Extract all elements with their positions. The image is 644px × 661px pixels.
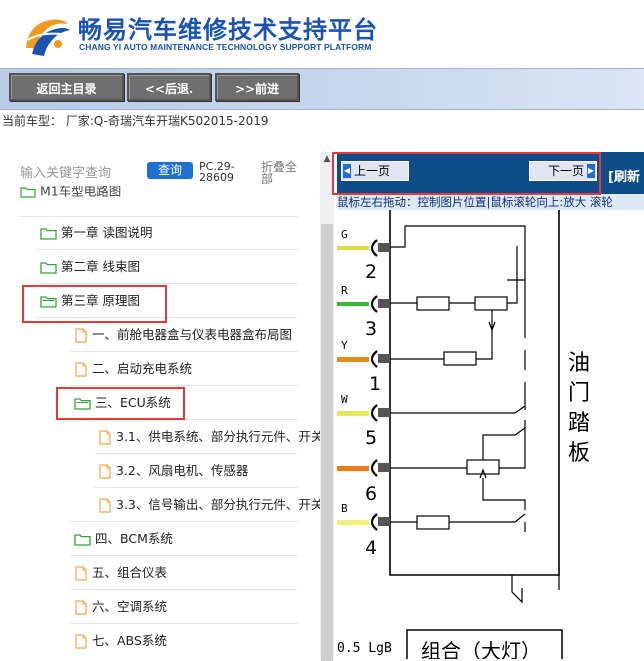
tree-item-label: 四、BCM系统 bbox=[95, 531, 173, 546]
tree-item-label: 3.1、供电系统、部分执行元件、开关 bbox=[116, 429, 324, 444]
divider bbox=[70, 589, 298, 590]
tree-item-abs[interactable]: 七、ABS系统 bbox=[74, 627, 167, 655]
divider bbox=[94, 453, 298, 454]
tree-chapter-1[interactable]: 第一章 读图说明 bbox=[40, 219, 152, 247]
divider bbox=[70, 555, 298, 556]
tree-chapter-1-label: 第一章 读图说明 bbox=[61, 225, 153, 240]
folder-icon bbox=[40, 262, 57, 274]
tree-root-label: M1车型电路图 bbox=[40, 186, 122, 199]
divider bbox=[20, 216, 298, 217]
pin-number: 6 bbox=[365, 483, 377, 505]
divider bbox=[36, 283, 298, 284]
forward-button[interactable]: >>前进 bbox=[215, 73, 299, 101]
folder-icon bbox=[40, 228, 57, 240]
pin-number: 1 bbox=[369, 373, 381, 395]
bottom-box-label: 组合（大灯） bbox=[421, 639, 541, 659]
tree-item-label: 3.3、信号输出、部分执行元件、开关 bbox=[116, 497, 324, 512]
back-button[interactable]: <<后退. bbox=[127, 73, 211, 101]
viewer-hint: 鼠标左右拖动：控制图片位置|鼠标滚轮向上:放大 滚轮 bbox=[337, 194, 644, 210]
divider bbox=[36, 249, 298, 250]
logo-icon bbox=[26, 19, 70, 56]
tree-chapter-2[interactable]: 第二章 线束图 bbox=[40, 253, 140, 281]
file-icon bbox=[75, 634, 87, 649]
tree-item-layout[interactable]: 一、前舱电器盒与仪表电器盒布局图 bbox=[74, 321, 292, 349]
file-icon bbox=[99, 498, 111, 513]
query-button[interactable]: 查询 bbox=[147, 162, 193, 179]
tree-item-3-2[interactable]: 3.2、风扇电机、传感器 bbox=[98, 457, 248, 485]
file-icon bbox=[99, 464, 111, 479]
tree-item-label: 一、前舱电器盒与仪表电器盒布局图 bbox=[92, 327, 293, 342]
pin-color-code: R bbox=[341, 284, 348, 297]
wiring-diagram[interactable]: G 2 R 3 Y 1 W 5 6 B 4 油 门 踏 板 0.5 LgB 组合… bbox=[337, 210, 644, 659]
file-icon bbox=[75, 566, 87, 581]
divider bbox=[70, 623, 298, 624]
divider bbox=[70, 385, 298, 386]
tree-item-cluster[interactable]: 五、组合仪表 bbox=[74, 559, 167, 587]
pin-number: 3 bbox=[365, 318, 377, 340]
tree-root[interactable]: M1车型电路图 bbox=[20, 186, 121, 200]
tree-item-start-charge[interactable]: 二、启动充电系统 bbox=[74, 355, 192, 383]
tree-chapter-2-label: 第二章 线束图 bbox=[61, 259, 140, 274]
tree-item-ac[interactable]: 六、空调系统 bbox=[74, 593, 167, 621]
file-icon bbox=[75, 328, 87, 343]
pin-number: 5 bbox=[365, 427, 377, 449]
pin-color-code: B bbox=[341, 502, 348, 515]
pin-color-code: Y bbox=[341, 339, 348, 352]
catalog-scrollbar[interactable]: ▲ bbox=[320, 152, 334, 661]
tree-item-3-3[interactable]: 3.3、信号输出、部分执行元件、开关 bbox=[98, 491, 323, 519]
highlight-box bbox=[332, 152, 601, 195]
pin-number: 4 bbox=[365, 537, 377, 559]
tree-item-label: 二、启动充电系统 bbox=[92, 361, 193, 376]
header: 畅易汽车维修技术支持平台 CHANG YI AUTO MAINTENANCE T… bbox=[0, 0, 644, 68]
folder-open-icon bbox=[20, 187, 36, 198]
collapse-all-button[interactable]: 折叠全部 bbox=[261, 161, 307, 185]
tree-item-label: 3.2、风扇电机、传感器 bbox=[116, 463, 249, 478]
highlight-box bbox=[56, 387, 185, 420]
file-icon bbox=[99, 430, 111, 445]
brand-name: 畅易汽车维修技术支持平台 bbox=[78, 16, 378, 44]
tree-item-label: 七、ABS系统 bbox=[92, 633, 167, 648]
highlight-box bbox=[22, 285, 167, 323]
brand-tagline: CHANG YI AUTO MAINTENANCE TECHNOLOGY SUP… bbox=[79, 42, 372, 52]
tree-item-bcm[interactable]: 四、BCM系统 bbox=[74, 525, 173, 553]
file-icon bbox=[75, 600, 87, 615]
toolbar: 返回主目录 <<后退. >>前进 bbox=[0, 68, 644, 110]
pin-color-code: G bbox=[341, 228, 348, 241]
pin-number: 2 bbox=[365, 261, 377, 283]
pc-code: PC.29-28609 bbox=[199, 160, 235, 184]
tree-item-3-1[interactable]: 3.1、供电系统、部分执行元件、开关 bbox=[98, 423, 323, 451]
tree-item-label: 六、空调系统 bbox=[92, 599, 168, 614]
folder-icon bbox=[74, 534, 91, 546]
divider bbox=[94, 487, 298, 488]
home-button[interactable]: 返回主目录 bbox=[9, 73, 124, 101]
search-input[interactable]: 输入关键字查询 bbox=[20, 162, 111, 181]
pin-color-code: W bbox=[341, 393, 348, 406]
scroll-thumb[interactable] bbox=[321, 224, 333, 661]
tree-item-label: 五、组合仪表 bbox=[92, 565, 168, 580]
file-icon bbox=[75, 362, 87, 377]
divider bbox=[70, 521, 298, 522]
current-vehicle: 当前车型： 厂家:Q-奇瑞汽车开瑞K502015-2019 bbox=[0, 112, 644, 134]
refresh-button[interactable]: [刷新 bbox=[608, 166, 640, 185]
diagram-viewer: ◀ 上一页 下一页 ▶ [刷新 鼠标左右拖动：控制图片位置|鼠标滚轮向上:放大 滚轮… bbox=[337, 152, 644, 659]
divider bbox=[70, 351, 298, 352]
bottom-wire-label: 0.5 LgB bbox=[337, 641, 392, 656]
